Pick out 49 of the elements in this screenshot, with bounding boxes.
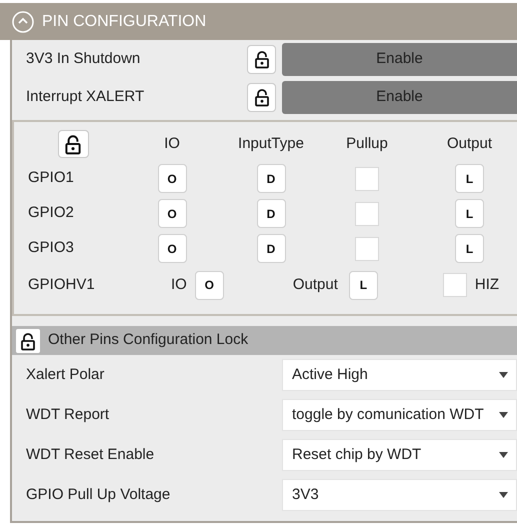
caret-icon — [499, 412, 508, 418]
output-toggle-button[interactable]: L — [455, 199, 484, 228]
input-type-button[interactable]: D — [256, 234, 286, 263]
dropdown[interactable]: Active High — [282, 359, 517, 391]
gpio-label: GPIO2 — [27, 203, 74, 224]
output-toggle-button[interactable]: L — [455, 164, 484, 193]
io-toggle-button[interactable]: O — [194, 270, 224, 300]
pullup-checkbox[interactable] — [355, 166, 379, 190]
output-label: Output — [292, 274, 338, 295]
dropdown[interactable]: toggle by comunication WDT — [282, 399, 517, 431]
io-toggle-button[interactable]: O — [158, 199, 186, 228]
setting-label: Xalert Polar — [26, 364, 104, 385]
hiz-label: HIZ — [474, 274, 500, 295]
lock-button[interactable] — [58, 130, 88, 158]
lock-button[interactable] — [16, 328, 40, 352]
column-header: InputType — [238, 134, 304, 154]
section-title: Other Pins Configuration Lock — [48, 330, 248, 350]
enable-button[interactable]: Enable — [282, 80, 517, 114]
hiz-checkbox[interactable] — [442, 273, 467, 297]
dropdown[interactable]: 3V3 — [282, 479, 517, 511]
gpio-label: GPIOHV1 — [28, 274, 96, 295]
input-type-button[interactable]: D — [256, 164, 286, 193]
column-header: Output — [446, 134, 492, 154]
setting-label: WDT Report — [26, 404, 110, 425]
setting-label: 3V3 In Shutdown — [26, 48, 142, 69]
gpio-label: GPIO3 — [27, 238, 74, 258]
output-toggle-button[interactable]: L — [455, 234, 484, 263]
setting-label: Interrupt XALERT — [26, 86, 146, 107]
dropdown[interactable]: Reset chip by WDT — [282, 439, 517, 471]
io-label: IO — [171, 274, 187, 295]
lock-icon — [18, 330, 38, 350]
column-header: IO — [164, 134, 180, 154]
output-toggle-button[interactable]: L — [348, 270, 378, 300]
setting-label: GPIO Pull Up Voltage — [26, 484, 170, 505]
caret-icon — [499, 492, 508, 498]
panel-title: PIN CONFIGURATION — [42, 12, 206, 32]
io-toggle-button[interactable]: O — [158, 234, 186, 263]
lock-button[interactable] — [247, 44, 276, 74]
pullup-checkbox[interactable] — [355, 202, 379, 226]
caret-icon — [499, 452, 508, 458]
enable-button[interactable]: Enable — [282, 42, 517, 76]
input-type-button[interactable]: D — [256, 199, 286, 228]
gpio-label: GPIO1 — [27, 168, 74, 188]
setting-label: WDT Reset Enable — [26, 444, 154, 465]
caret-icon — [499, 372, 508, 378]
io-toggle-button[interactable]: O — [158, 164, 186, 193]
column-header: Pullup — [346, 134, 388, 154]
lock-button[interactable] — [247, 82, 276, 112]
pullup-checkbox[interactable] — [355, 236, 379, 260]
